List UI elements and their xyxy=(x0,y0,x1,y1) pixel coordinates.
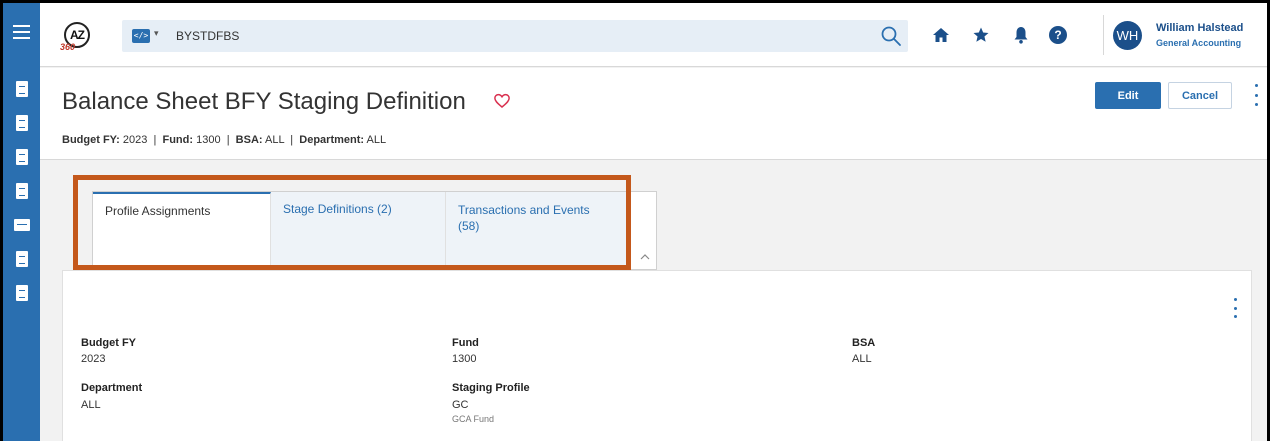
summary-budget-fy-label: Budget FY: xyxy=(62,134,120,146)
app-frame: AZ 360 </> ▾ BYSTDFBS ? WH William Halst… xyxy=(3,3,1267,441)
budget-fy-value: 2023 xyxy=(81,353,106,365)
rail-payment-icon[interactable] xyxy=(3,211,40,239)
rail-search-doc-icon[interactable] xyxy=(3,75,40,103)
search-icon[interactable] xyxy=(880,25,902,47)
summary-department-label: Department: xyxy=(299,134,365,146)
rail-report-icon[interactable] xyxy=(3,245,40,273)
more-options-icon[interactable] xyxy=(1251,84,1261,106)
chevron-up-icon[interactable] xyxy=(638,250,652,264)
edit-button[interactable]: Edit xyxy=(1095,82,1161,109)
rail-ledger-icon[interactable] xyxy=(3,109,40,137)
logo-360-text: 360 xyxy=(60,42,76,52)
tab-bar: Profile Assignments Stage Definitions (2… xyxy=(92,191,657,270)
search-bar[interactable]: </> ▾ BYSTDFBS xyxy=(122,20,908,52)
menu-button-container xyxy=(3,3,40,67)
tab-label: Stage Definitions (2) xyxy=(283,202,392,216)
top-bar: AZ 360 </> ▾ BYSTDFBS ? WH William Halst… xyxy=(40,3,1267,67)
chevron-down-icon[interactable]: ▾ xyxy=(154,28,159,39)
tab-transactions-and-events[interactable]: Transactions and Events (58) xyxy=(446,192,626,270)
rail-chart-doc-icon[interactable] xyxy=(3,279,40,307)
staging-profile-value: GC xyxy=(452,399,469,411)
budget-fy-label: Budget FY xyxy=(81,337,136,349)
avatar[interactable]: WH xyxy=(1113,21,1142,50)
tab-label: Profile Assignments xyxy=(105,204,211,218)
tab-profile-assignments[interactable]: Profile Assignments xyxy=(93,192,271,270)
panel-more-options-icon[interactable] xyxy=(1231,298,1239,318)
summary-fund-value: 1300 xyxy=(196,134,221,146)
bsa-value: ALL xyxy=(852,353,872,365)
user-name[interactable]: William Halstead xyxy=(1156,22,1243,34)
user-role: General Accounting xyxy=(1156,38,1242,48)
az360-logo[interactable]: AZ 360 xyxy=(60,22,92,52)
bsa-label: BSA xyxy=(852,337,876,349)
header-divider xyxy=(1103,15,1104,55)
summary-department-value: ALL xyxy=(366,134,387,146)
summary-budget-fy-value: 2023 xyxy=(122,134,148,146)
department-label: Department xyxy=(81,382,143,394)
search-context-text: BYSTDFBS xyxy=(176,29,240,43)
summary-bsa-label: BSA: xyxy=(235,134,263,146)
fund-value: 1300 xyxy=(452,353,477,365)
department-value: ALL xyxy=(81,399,101,411)
page-title: Balance Sheet BFY Staging Definition xyxy=(62,88,466,115)
home-icon[interactable] xyxy=(929,23,953,47)
summary-bsa-value: ALL xyxy=(265,134,285,146)
staging-profile-description: GCA Fund xyxy=(452,414,495,424)
rail-documents-icon[interactable] xyxy=(3,143,40,171)
help-icon[interactable]: ? xyxy=(1046,23,1070,47)
hamburger-menu-icon[interactable] xyxy=(13,25,30,39)
rail-list-icon[interactable] xyxy=(3,177,40,205)
page-header: Balance Sheet BFY Staging Definition Bud… xyxy=(40,68,1267,160)
star-icon[interactable] xyxy=(969,23,993,47)
fund-label: Fund xyxy=(452,337,479,349)
favorite-heart-icon[interactable] xyxy=(493,92,511,110)
tab-stage-definitions[interactable]: Stage Definitions (2) xyxy=(271,192,446,270)
rail-icon-list xyxy=(3,75,40,313)
cancel-button[interactable]: Cancel xyxy=(1168,82,1232,109)
summary-fund-label: Fund: xyxy=(162,134,194,146)
record-summary: Budget FY: 2023 | Fund: 1300 | BSA: ALL … xyxy=(62,134,387,146)
page-code-icon[interactable]: </> xyxy=(132,29,150,43)
staging-profile-label: Staging Profile xyxy=(452,382,530,394)
tab-label: Transactions and Events (58) xyxy=(458,203,590,233)
profile-assignments-panel: Budget FY 2023 Fund 1300 BSA ALL Departm… xyxy=(62,270,1252,441)
bell-icon[interactable] xyxy=(1009,23,1033,47)
